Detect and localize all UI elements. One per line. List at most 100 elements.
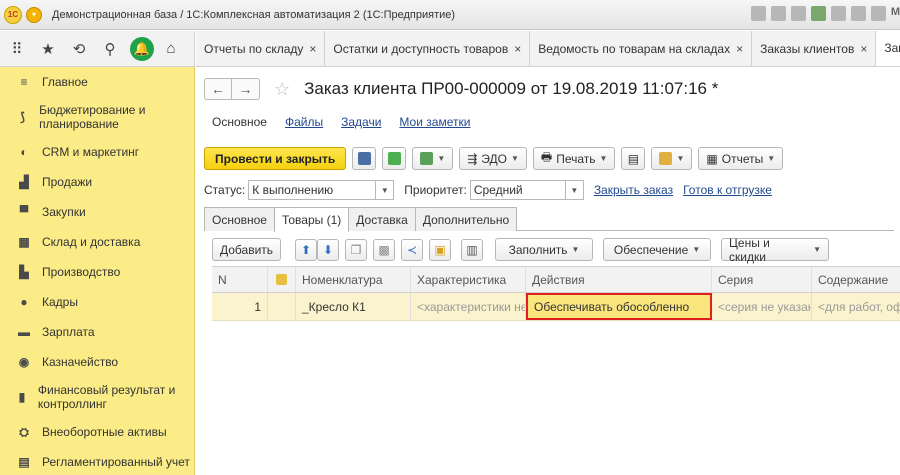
document-icon[interactable] bbox=[830, 6, 846, 21]
sidebar-item-warehouse[interactable]: ▦ Склад и доставка bbox=[0, 227, 194, 257]
history-icon[interactable]: ⟲ bbox=[65, 35, 93, 63]
back-arrow-icon[interactable]: ← bbox=[204, 78, 232, 100]
col-characteristic[interactable]: Характеристика bbox=[411, 267, 526, 292]
close-icon[interactable]: × bbox=[514, 42, 521, 56]
ready-to-ship-link[interactable]: Готов к отгрузке bbox=[683, 183, 772, 197]
sidebar-item-hr[interactable]: ● Кадры bbox=[0, 287, 194, 317]
chevron-down-icon: ▼ bbox=[813, 245, 822, 254]
printer-icon: 🖶 bbox=[540, 150, 553, 164]
sidebar-item-crm[interactable]: ◐ CRM и маркетинг bbox=[0, 137, 194, 167]
search-icon[interactable]: ⚲ bbox=[96, 35, 124, 63]
tab-warehouse-reports[interactable]: Отчеты по складу × bbox=[196, 31, 326, 66]
sidebar-item-production[interactable]: ▙ Производство bbox=[0, 257, 194, 287]
row-content[interactable]: <для работ, оформляемых отдельно> bbox=[812, 293, 900, 320]
col-number[interactable]: N bbox=[212, 267, 268, 292]
add-row-button[interactable]: Добавить bbox=[212, 238, 282, 261]
col-action[interactable]: Действия bbox=[526, 267, 712, 292]
print-button[interactable]: 🖶 Печать ▼ bbox=[532, 147, 616, 170]
move-up-icon[interactable]: ⬆ bbox=[295, 238, 318, 261]
sidebar-item-sales[interactable]: ▟ Продажи bbox=[0, 167, 194, 197]
chevron-down-icon: ▼ bbox=[767, 154, 776, 163]
fill-button[interactable]: Заполнить ▼ bbox=[495, 238, 594, 261]
sidebar-item-treasury[interactable]: ◉ Казначейство bbox=[0, 347, 194, 377]
save-icon[interactable] bbox=[750, 6, 766, 21]
close-icon[interactable]: × bbox=[860, 42, 867, 56]
sidebar-item-label: Финансовый результат и контроллинг bbox=[37, 383, 176, 411]
forward-arrow-icon[interactable]: → bbox=[232, 78, 260, 100]
table-row[interactable]: 1 _Кресло К1 <характеристики не использу… bbox=[212, 293, 900, 321]
barcode-icon[interactable]: ▥ bbox=[461, 238, 484, 261]
close-icon[interactable]: × bbox=[736, 42, 743, 56]
tab-label: Заказ клие bbox=[884, 41, 900, 55]
provision-button[interactable]: Обеспечение ▼ bbox=[603, 238, 712, 261]
section-notes-link[interactable]: Мои заметки bbox=[399, 115, 470, 129]
tab-customer-orders[interactable]: Заказы клиентов × bbox=[752, 31, 877, 66]
chevron-down-icon: ▼ bbox=[437, 154, 446, 163]
section-main[interactable]: Основное bbox=[212, 115, 267, 129]
col-content[interactable]: Содержание bbox=[812, 267, 900, 292]
move-down-icon[interactable]: ⬇ bbox=[317, 238, 340, 261]
folder-icon[interactable]: ▣ bbox=[429, 238, 452, 261]
home-icon[interactable]: ⌂ bbox=[157, 35, 185, 63]
chevron-down-icon: ▼ bbox=[676, 154, 685, 163]
sidebar-item-budgeting[interactable]: ⟆ Бюджетирование и планирование bbox=[0, 97, 194, 137]
tab-additional[interactable]: Дополнительно bbox=[414, 207, 518, 231]
calculator-icon[interactable] bbox=[850, 6, 866, 21]
print-icon[interactable] bbox=[770, 6, 786, 21]
col-series[interactable]: Серия bbox=[712, 267, 812, 292]
chevron-down-icon[interactable]: ▼ bbox=[564, 181, 583, 199]
memory-letter[interactable]: M bbox=[891, 6, 900, 21]
title-tools: M bbox=[750, 6, 900, 21]
row-action-cell[interactable]: Обеспечивать обособленно bbox=[526, 293, 712, 320]
row-characteristic[interactable]: <характеристики не используются> bbox=[411, 293, 526, 320]
tab-delivery[interactable]: Доставка bbox=[348, 207, 416, 231]
post-button[interactable] bbox=[382, 147, 407, 170]
prices-discounts-button[interactable]: Цены и скидки ▼ bbox=[721, 236, 830, 264]
bar-chart-icon: ▮ bbox=[18, 390, 26, 404]
close-order-link[interactable]: Закрыть заказ bbox=[594, 183, 673, 197]
calendar-icon[interactable] bbox=[870, 6, 886, 21]
coin-icon: ◉ bbox=[18, 355, 30, 369]
notifications-bell-icon[interactable]: 🔔 bbox=[130, 36, 154, 61]
row-item[interactable]: _Кресло К1 bbox=[296, 293, 411, 320]
row-series[interactable]: <серия не указана> bbox=[712, 293, 812, 320]
main-menu-button[interactable]: ▾ bbox=[26, 6, 42, 23]
sidebar-item-salary[interactable]: ▬ Зарплата bbox=[0, 317, 194, 347]
chevron-down-icon[interactable]: ▼ bbox=[375, 181, 393, 199]
close-icon[interactable]: × bbox=[309, 42, 316, 56]
reports-button[interactable]: ▦ Отчеты ▼ bbox=[698, 147, 784, 170]
attach-button[interactable]: ▼ bbox=[651, 147, 693, 170]
copy-icon[interactable]: ❐ bbox=[345, 238, 368, 261]
create-based-on-button[interactable]: ▼ bbox=[412, 147, 454, 170]
section-files-link[interactable]: Файлы bbox=[285, 115, 323, 129]
paste-icon[interactable]: ▩ bbox=[373, 238, 396, 261]
col-flag[interactable] bbox=[268, 267, 296, 292]
save-icon bbox=[357, 152, 371, 165]
list-button[interactable]: ▤ bbox=[621, 147, 646, 170]
section-tasks-link[interactable]: Задачи bbox=[341, 115, 381, 129]
sections-sidebar: ≡ Главное ⟆ Бюджетирование и планирование … bbox=[0, 67, 195, 475]
tab-goods[interactable]: Товары (1) bbox=[273, 207, 350, 232]
post-and-close-button[interactable]: Провести и закрыть bbox=[204, 147, 347, 170]
sidebar-item-financial-result[interactable]: ▮ Финансовый результат и контроллинг bbox=[0, 377, 194, 417]
tab-customer-order[interactable]: Заказ клие bbox=[876, 31, 900, 66]
save-button[interactable] bbox=[352, 147, 377, 170]
sidebar-item-regulated-accounting[interactable]: ▤ Регламентированный учет bbox=[0, 447, 194, 475]
status-select[interactable]: К выполнению ▼ bbox=[248, 180, 395, 200]
sidebar-item-main[interactable]: ≡ Главное bbox=[0, 67, 194, 97]
priority-select[interactable]: Средний ▼ bbox=[469, 180, 584, 200]
preview-icon[interactable] bbox=[790, 6, 806, 21]
grid-menu-icon[interactable]: ⠿ bbox=[3, 35, 31, 63]
sidebar-item-purchases[interactable]: ▀ Закупки bbox=[0, 197, 194, 227]
create-based-on-icon bbox=[420, 152, 434, 165]
favorites-star-icon[interactable]: ★ bbox=[34, 35, 62, 63]
upload-icon[interactable] bbox=[810, 6, 826, 21]
tab-stock-availability[interactable]: Остатки и доступность товаров × bbox=[325, 31, 531, 66]
tab-stock-statement[interactable]: Ведомость по товарам на складах × bbox=[530, 31, 753, 66]
col-item[interactable]: Номенклатура bbox=[296, 267, 411, 292]
favorite-star-icon[interactable]: ☆ bbox=[274, 79, 290, 100]
tab-main[interactable]: Основное bbox=[204, 207, 275, 231]
edo-button[interactable]: ⇶ ЭДО ▼ bbox=[459, 147, 527, 170]
share-icon[interactable]: ≺ bbox=[401, 238, 424, 261]
sidebar-item-fixed-assets[interactable]: ⛭ Внеоборотные активы bbox=[0, 417, 194, 447]
